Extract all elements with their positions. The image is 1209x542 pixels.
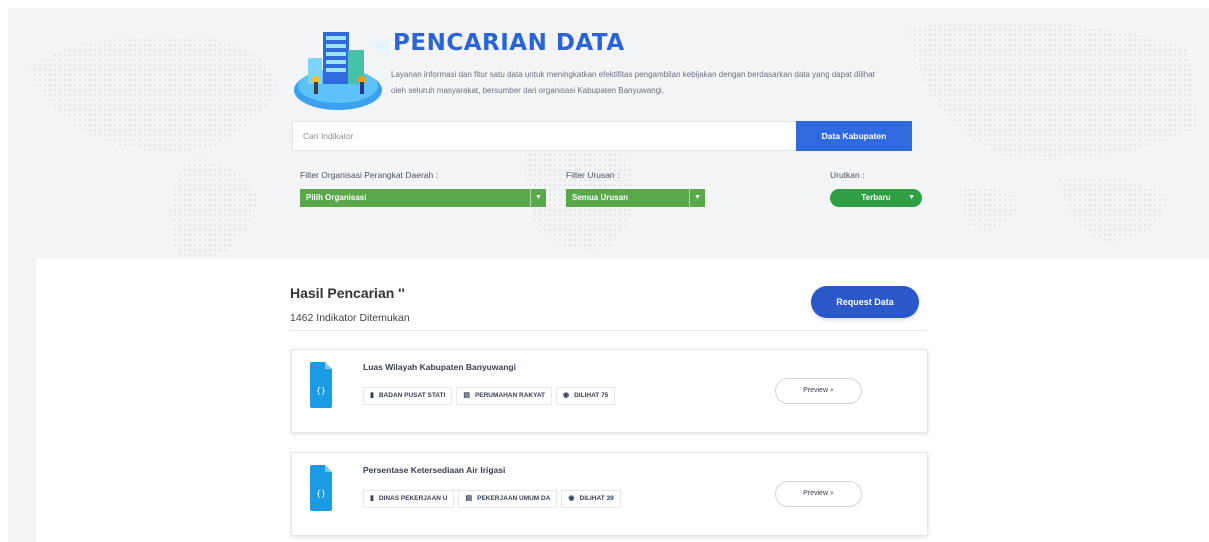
tag-urusan: ▤ PERUMAHAN RAKYAT — [456, 387, 552, 405]
filter-organisasi-label: Filter Organisasi Perangkat Daerah : — [300, 170, 438, 180]
urusan-select[interactable]: Semua Urusan ▼ — [566, 189, 705, 207]
search-icon: ⌕ — [829, 490, 834, 497]
caret-down-icon: ▼ — [689, 189, 705, 207]
result-title[interactable]: Persentase Ketersediaan Air Irigasi — [363, 465, 505, 475]
result-tags: ▮ DINAS PEKERJAAN U ▤ PEKERJAAN UMUM DA ◉ D… — [363, 490, 621, 508]
book-icon: ▤ — [463, 392, 470, 399]
eye-icon: ◉ — [563, 392, 570, 399]
result-card[interactable]: {} Persentase Ketersediaan Air Irigasi ▮… — [291, 452, 928, 536]
results-count: 1462 Indikator Ditemukan — [290, 312, 410, 324]
json-file-icon: {} — [310, 362, 332, 408]
request-data-button[interactable]: Request Data — [811, 286, 919, 318]
svg-text:{}: {} — [316, 386, 326, 395]
filter-urusan-label: Filter Urusan : — [566, 170, 620, 180]
urutkan-label: Urutkan : — [830, 170, 865, 180]
result-tags: ▮ BADAN PUSAT STATI ▤ PERUMAHAN RAKYAT ◉ DI… — [363, 387, 616, 405]
json-file-icon: {} — [310, 465, 332, 511]
caret-down-icon: ▼ — [530, 189, 546, 207]
urutkan-select-value: Terbaru — [861, 193, 891, 202]
data-kabupaten-button[interactable]: Data Kabupaten — [796, 121, 912, 151]
book-icon: ▮ — [370, 495, 374, 502]
tag-views: ◉ DILIHAT 39 — [561, 490, 621, 508]
building-illustration — [294, 32, 390, 110]
organisasi-select[interactable]: Pilih Organisasi ▼ — [300, 189, 546, 207]
result-title[interactable]: Luas Wilayah Kabupaten Banyuwangi — [363, 362, 516, 372]
eye-icon: ◉ — [568, 495, 575, 502]
tag-views: ◉ DILIHAT 75 — [556, 387, 616, 405]
results-divider — [290, 330, 926, 331]
tag-organisasi: ▮ BADAN PUSAT STATI — [363, 387, 453, 405]
search-input[interactable]: Cari Indikator — [292, 121, 796, 151]
tag-urusan: ▤ PEKERJAAN UMUM DA — [458, 490, 558, 508]
search-icon: ⌕ — [829, 387, 834, 394]
results-title: Hasil Pencarian '' — [290, 285, 405, 301]
svg-text:{}: {} — [316, 489, 326, 498]
preview-button[interactable]: Preview ⌕ — [775, 481, 862, 507]
left-edge-strip — [8, 258, 36, 542]
urutkan-select[interactable]: Terbaru ▼ — [830, 189, 922, 207]
page-title: PENCARIAN DATA — [393, 30, 625, 56]
urusan-select-value: Semua Urusan — [572, 193, 629, 202]
book-icon: ▤ — [465, 495, 473, 502]
chevron-down-icon: ▼ — [908, 194, 915, 201]
result-card[interactable]: {} Luas Wilayah Kabupaten Banyuwangi ▮ BA… — [291, 349, 928, 433]
organisasi-select-value: Pilih Organisasi — [306, 193, 367, 202]
preview-button[interactable]: Preview ⌕ — [775, 378, 862, 404]
book-icon: ▮ — [370, 392, 374, 399]
page-description: Layanan informasi dan fitur satu data un… — [391, 70, 875, 95]
tag-organisasi: ▮ DINAS PEKERJAAN U — [363, 490, 455, 508]
